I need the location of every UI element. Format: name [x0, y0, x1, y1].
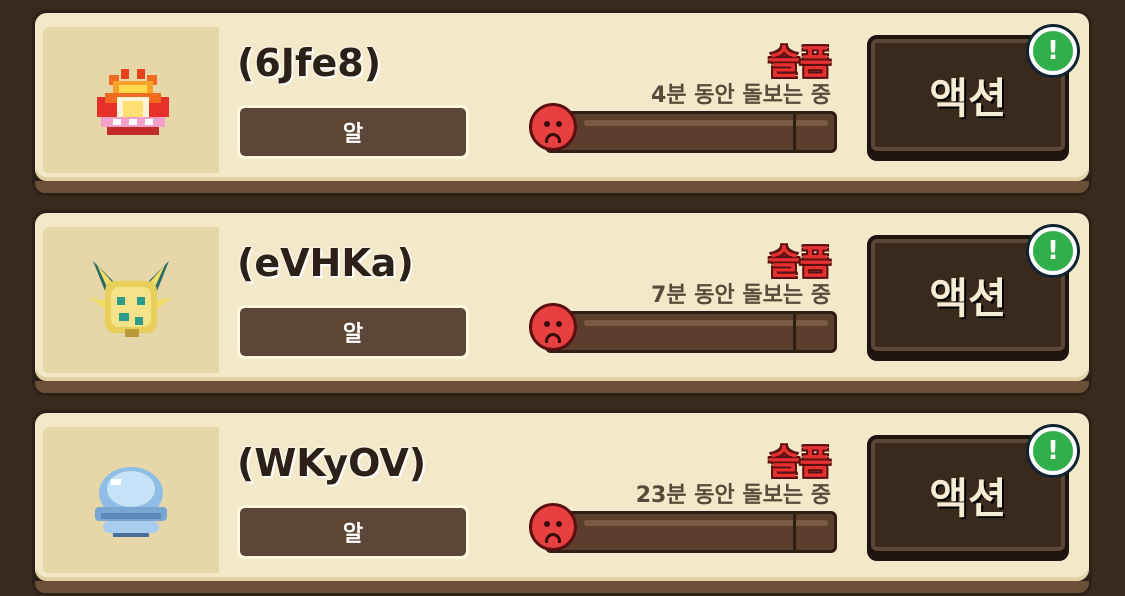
card-lip [35, 581, 1089, 593]
mouth [545, 133, 561, 143]
eye [556, 521, 562, 527]
bar-tick [793, 114, 796, 150]
eye [544, 121, 550, 127]
bar-shine [584, 120, 828, 126]
care-time-text: 7분 동안 돌보는 중 [651, 283, 831, 308]
eye [544, 321, 550, 327]
blue-shell-egg-icon [95, 467, 167, 537]
eye [556, 121, 562, 127]
card-lip [35, 181, 1089, 193]
stage-label: 알 [237, 505, 469, 559]
pet-name: (6Jfe8) [237, 41, 382, 85]
mood-bar [545, 311, 837, 353]
alert-badge-icon[interactable]: ! [1029, 427, 1077, 475]
care-time-text: 23분 동안 돌보는 중 [635, 483, 831, 508]
mood-bar [545, 511, 837, 553]
alert-badge-icon[interactable]: ! [1029, 227, 1077, 275]
pet-card: (eVHKa) 알 슬픔 7분 동안 돌보는 중 액션 ! [32, 210, 1092, 396]
pet-card: (WKyOV) 알 슬픔 23분 동안 돌보는 중 액션 ! [32, 410, 1092, 596]
stage-label: 알 [237, 105, 469, 159]
flame-crown-egg-icon [97, 69, 169, 135]
pet-card-panel: (WKyOV) 알 슬픔 23분 동안 돌보는 중 액션 ! [35, 413, 1089, 581]
stage-label: 알 [237, 305, 469, 359]
pet-card-panel: (6Jfe8) 알 슬픔 4분 동안 돌보는 중 액션 ! [35, 13, 1089, 181]
eye [556, 321, 562, 327]
eye [544, 521, 550, 527]
pet-card-panel: (eVHKa) 알 슬픔 7분 동안 돌보는 중 액션 ! [35, 213, 1089, 381]
bar-tick [793, 514, 796, 550]
pet-icon-zone [43, 227, 219, 373]
pet-name: (eVHKa) [237, 241, 414, 285]
bar-shine [584, 320, 828, 326]
mouth [545, 533, 561, 543]
card-lip [35, 381, 1089, 393]
sad-face-icon [529, 503, 577, 551]
alert-badge-icon[interactable]: ! [1029, 27, 1077, 75]
pet-icon-zone [43, 427, 219, 573]
care-time-text: 4분 동안 돌보는 중 [651, 83, 831, 108]
pet-icon-zone [43, 27, 219, 173]
bar-tick [793, 314, 796, 350]
mouth [545, 333, 561, 343]
mood-bar [545, 111, 837, 153]
sad-face-icon [529, 103, 577, 151]
pet-card: (6Jfe8) 알 슬픔 4분 동안 돌보는 중 액션 ! [32, 10, 1092, 196]
bar-shine [584, 520, 828, 526]
sad-face-icon [529, 303, 577, 351]
spiky-gold-creature-icon [89, 261, 173, 337]
pet-name: (WKyOV) [237, 441, 427, 485]
